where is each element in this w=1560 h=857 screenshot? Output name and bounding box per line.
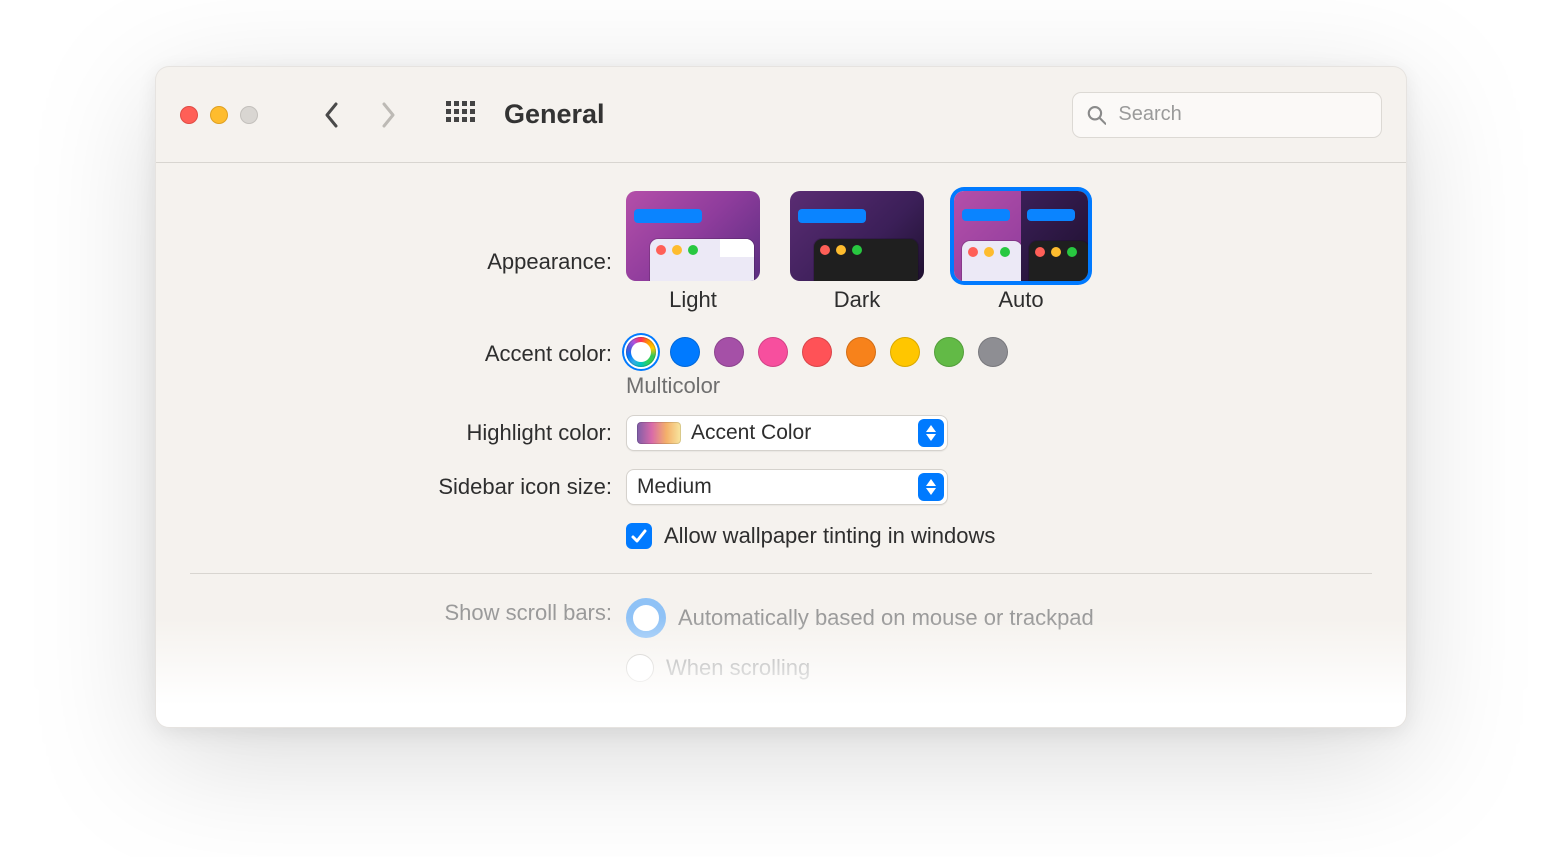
close-button[interactable] xyxy=(180,106,198,124)
forward-button[interactable] xyxy=(366,93,410,137)
back-button[interactable] xyxy=(310,93,354,137)
accent-caption: Multicolor xyxy=(626,373,1406,399)
scrollbars-option-scrolling[interactable]: When scrolling xyxy=(626,654,1094,682)
minimize-button[interactable] xyxy=(210,106,228,124)
popup-arrows-icon xyxy=(918,419,944,447)
appearance-thumb-dark xyxy=(790,191,924,281)
chevron-left-icon xyxy=(324,102,340,128)
sidebar-icon-popup[interactable]: Medium xyxy=(626,469,948,505)
accent-swatch-red[interactable] xyxy=(802,337,832,367)
accent-swatch-green[interactable] xyxy=(934,337,964,367)
accent-swatch-blue[interactable] xyxy=(670,337,700,367)
show-all-button[interactable] xyxy=(446,101,476,128)
checkmark-icon xyxy=(630,527,648,545)
radio-button xyxy=(626,598,666,638)
radio-button xyxy=(626,654,654,682)
appearance-option-label: Light xyxy=(669,287,717,313)
wallpaper-tinting-label: Allow wallpaper tinting in windows xyxy=(664,523,995,549)
window-traffic-lights xyxy=(180,106,258,124)
search-field[interactable] xyxy=(1072,92,1382,138)
preferences-window: General Appearance: Light xyxy=(155,66,1407,728)
appearance-option-auto[interactable]: Auto xyxy=(954,191,1088,313)
scrollbars-option-label: Automatically based on mouse or trackpad xyxy=(678,605,1094,631)
accent-swatch-graphite[interactable] xyxy=(978,337,1008,367)
accent-swatch-yellow[interactable] xyxy=(890,337,920,367)
appearance-thumb-auto xyxy=(954,191,1088,281)
search-input[interactable] xyxy=(1116,102,1367,127)
grid-icon xyxy=(446,101,476,123)
highlight-color-swatch-icon xyxy=(637,422,681,444)
appearance-option-label: Dark xyxy=(834,287,880,313)
sidebar-icon-value: Medium xyxy=(637,475,712,499)
appearance-option-label: Auto xyxy=(998,287,1043,313)
divider xyxy=(190,573,1372,574)
accent-label: Accent color: xyxy=(156,337,626,369)
accent-swatch-orange[interactable] xyxy=(846,337,876,367)
sidebar-icon-label: Sidebar icon size: xyxy=(156,472,626,502)
zoom-button[interactable] xyxy=(240,106,258,124)
search-icon xyxy=(1087,104,1106,126)
appearance-option-light[interactable]: Light xyxy=(626,191,760,313)
popup-arrows-icon xyxy=(918,473,944,501)
chevron-right-icon xyxy=(380,102,396,128)
appearance-option-dark[interactable]: Dark xyxy=(790,191,924,313)
accent-swatch-purple[interactable] xyxy=(714,337,744,367)
appearance-label: Appearance: xyxy=(156,191,626,277)
toolbar: General xyxy=(156,67,1406,163)
scrollbars-label: Show scroll bars: xyxy=(156,596,626,628)
accent-swatch-multicolor[interactable] xyxy=(626,337,656,367)
highlight-color-value: Accent Color xyxy=(691,421,811,445)
window-title: General xyxy=(504,99,605,130)
highlight-label: Highlight color: xyxy=(156,418,626,448)
scrollbars-option-auto[interactable]: Automatically based on mouse or trackpad xyxy=(626,598,1094,638)
wallpaper-tinting-checkbox[interactable] xyxy=(626,523,652,549)
content: Appearance: Light xyxy=(156,163,1406,682)
scrollbars-option-label: When scrolling xyxy=(666,655,810,681)
appearance-thumb-light xyxy=(626,191,760,281)
accent-swatch-pink[interactable] xyxy=(758,337,788,367)
highlight-color-popup[interactable]: Accent Color xyxy=(626,415,948,451)
